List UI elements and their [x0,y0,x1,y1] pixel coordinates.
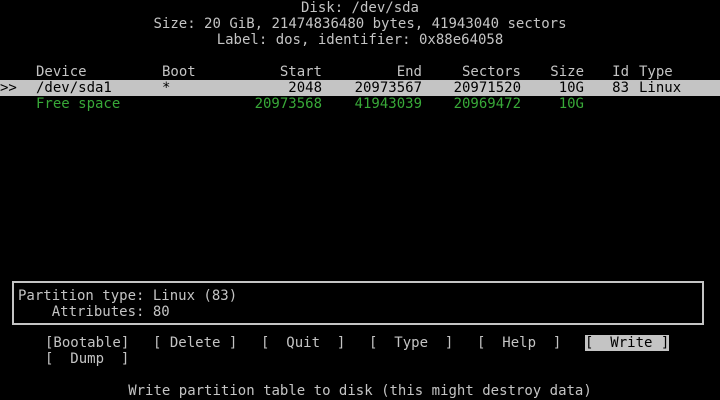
cell-type: Linux [639,80,682,96]
bootable-button[interactable]: [Bootable] [45,335,129,351]
column-header-boot: Boot [162,64,196,80]
cell-start: 2048 [288,80,322,96]
cell-boot-flag: * [162,80,171,96]
partition-info-box: Partition type: Linux (83) Attributes: 8… [12,281,704,325]
dump-button[interactable]: [ Dump ] [45,351,129,367]
cell-start: 20973568 [254,96,322,112]
column-header-type: Type [639,64,673,80]
column-header-start: Start [279,64,322,80]
cell-id: 83 [612,80,629,96]
cell-size: 10G [558,80,584,96]
type-button[interactable]: [ Type ] [369,335,453,351]
disk-title: Disk: /dev/sda [300,0,419,16]
cell-size: 10G [558,96,584,112]
partition-attributes-info: Attributes: 80 [18,304,170,320]
quit-button[interactable]: [ Quit ] [261,335,345,351]
help-button[interactable]: [ Help ] [477,335,561,351]
cell-sectors: 20969472 [453,96,521,112]
status-hint: Write partition table to disk (this migh… [128,383,592,399]
cell-device: Free space [36,96,121,112]
cell-device: /dev/sda1 [36,80,112,96]
partition-row-sda1[interactable]: >> /dev/sda1 * 2048 20973567 20971520 10… [0,80,720,96]
cell-sectors: 20971520 [453,80,521,96]
partition-row-free-space[interactable]: Free space 20973568 41943039 20969472 10… [0,96,720,112]
partition-type-info: Partition type: Linux (83) [18,288,238,304]
disk-label-info: Label: dos, identifier: 0x88e64058 [216,32,504,48]
row-cursor: >> [0,80,17,96]
column-header-id: Id [612,64,629,80]
cell-end: 41943039 [354,96,422,112]
column-header-sectors: Sectors [461,64,521,80]
delete-button[interactable]: [ Delete ] [153,335,237,351]
column-header-end: End [396,64,422,80]
column-header-size: Size [550,64,584,80]
disk-size-info: Size: 20 GiB, 21474836480 bytes, 4194304… [153,16,567,32]
cell-end: 20973567 [354,80,422,96]
write-button[interactable]: [ Write ] [585,335,670,351]
column-header-device: Device [36,64,87,80]
